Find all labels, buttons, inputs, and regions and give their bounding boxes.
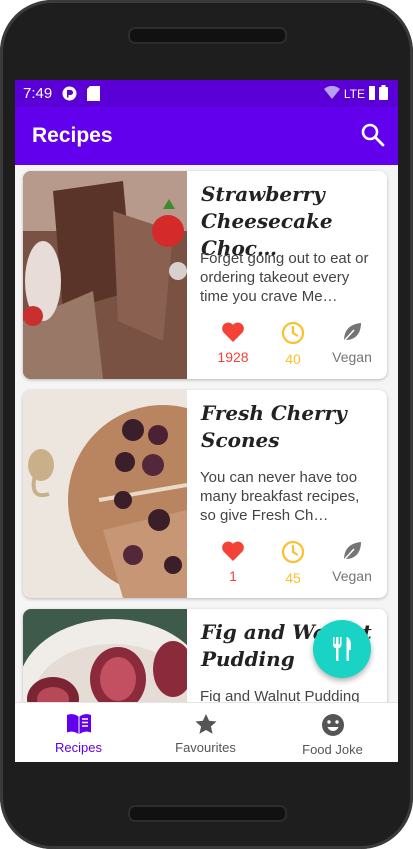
clock-icon	[281, 540, 305, 564]
recipe-description: Fig and Walnut Pudding	[200, 688, 360, 702]
signal-icon	[369, 85, 375, 103]
leaf-icon	[343, 542, 361, 561]
app-screen: 7:49 LTE Recipes Strawberry Cheesecake C…	[15, 80, 398, 762]
heart-icon	[222, 541, 244, 561]
utensils-icon	[333, 637, 351, 661]
star-icon	[195, 714, 216, 734]
menu-book-icon	[66, 714, 91, 734]
bottom-navigation: Recipes Favourites Food Joke	[15, 702, 398, 762]
recipe-image	[23, 171, 187, 379]
search-icon	[361, 123, 385, 147]
recipe-image	[23, 609, 187, 702]
vegan-label: Vegan	[332, 568, 372, 584]
recipe-title: Fresh Cherry Scones	[201, 401, 347, 452]
status-time: 7:49	[23, 85, 53, 102]
nav-label-recipes: Recipes	[55, 740, 102, 755]
sd-card-icon	[87, 86, 102, 101]
page-title: Recipes	[32, 124, 113, 147]
app-bar: Recipes	[15, 107, 398, 165]
bottom-speaker	[128, 805, 287, 822]
nav-label-food-joke: Food Joke	[302, 742, 363, 757]
search-button[interactable]	[360, 122, 386, 148]
vegan-label: Vegan	[332, 349, 372, 365]
clock-icon	[281, 321, 305, 345]
heart-icon	[222, 322, 244, 342]
notification-icon	[62, 86, 77, 101]
recipe-card[interactable]: Fresh Cherry Scones You can never have t…	[23, 390, 387, 598]
vegan-stat: Vegan	[317, 540, 387, 584]
nav-label-favourites: Favourites	[175, 740, 236, 755]
phone-frame: 7:49 LTE Recipes Strawberry Cheesecake C…	[0, 0, 413, 849]
network-type: LTE	[343, 87, 365, 101]
nav-item-favourites[interactable]: Favourites	[142, 703, 269, 762]
nav-item-food-joke[interactable]: Food Joke	[269, 703, 396, 762]
recipe-image	[23, 390, 187, 598]
recipe-card[interactable]: Strawberry Cheesecake Choc… Forget going…	[23, 171, 387, 379]
recipe-description: Forget going out to eat or ordering take…	[200, 250, 369, 305]
recipe-description: You can never have too many breakfast re…	[200, 469, 360, 524]
status-indicators: LTE	[323, 85, 388, 103]
earpiece-speaker	[128, 27, 287, 44]
smiley-icon	[321, 714, 344, 736]
battery-icon	[379, 85, 388, 103]
vegan-stat: Vegan	[317, 321, 387, 365]
status-bar: 7:49 LTE	[15, 80, 398, 107]
wifi-icon	[323, 85, 340, 102]
nav-item-recipes[interactable]: Recipes	[15, 703, 142, 762]
leaf-icon	[343, 323, 361, 342]
food-joke-fab[interactable]	[313, 620, 371, 678]
